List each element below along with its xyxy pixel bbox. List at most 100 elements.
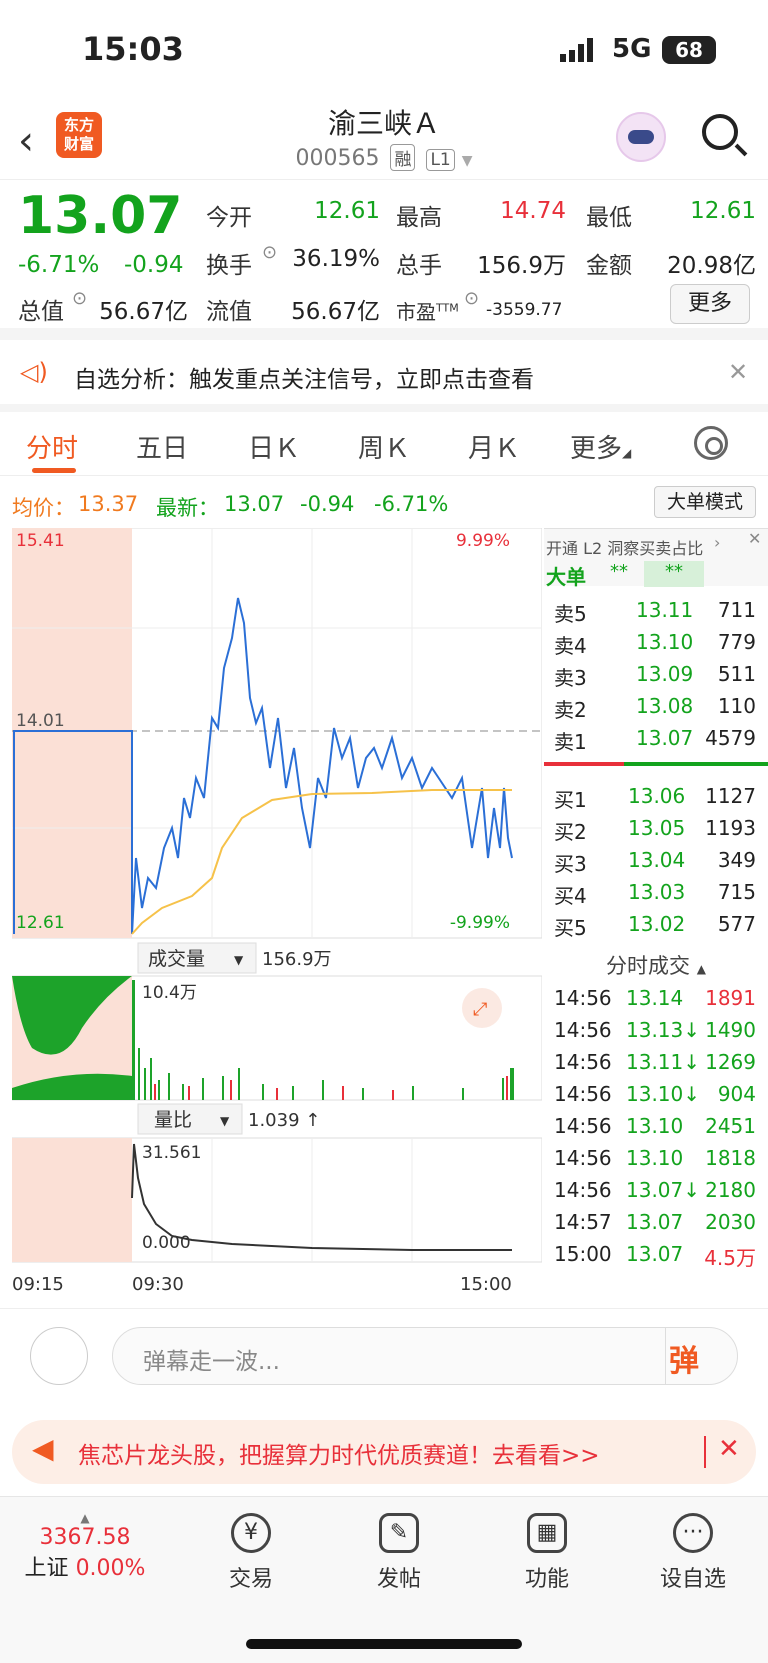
- float-cap-label: 流值: [206, 299, 252, 325]
- index-pct: 0.00%: [75, 1556, 146, 1581]
- search-icon[interactable]: [702, 114, 738, 150]
- trade-vol: 2180: [705, 1178, 756, 1202]
- speaker-icon: ◁): [20, 358, 48, 386]
- ratio-label: 量比: [154, 1109, 192, 1131]
- grid-icon: ▦: [527, 1513, 567, 1553]
- intraday-chart[interactable]: 15.41 14.01 12.61 9.99% -9.99% 成交量 ▼ 156…: [12, 528, 542, 1306]
- trade-row: 14:56 13.10↓ 904: [544, 1078, 768, 1110]
- ob-label: 买5: [554, 916, 587, 940]
- index-ticker[interactable]: ▲ 3367.58 上证 0.00%: [20, 1511, 150, 1582]
- index-name: 上证: [24, 1556, 69, 1581]
- sell-orders: 卖5 13.11 711 卖4 13.10 779 卖3 13.09 511 卖2 13.08…: [544, 594, 768, 754]
- tab-functions-label: 功能: [524, 1567, 569, 1592]
- promo-banner[interactable]: ◀ 焦芯片龙头股，把握算力时代优质赛道！去看看>> ✕: [12, 1420, 756, 1484]
- close-icon[interactable]: ✕: [728, 358, 748, 386]
- sell-row: 卖2 13.08 110: [544, 690, 768, 722]
- trade-price: 13.10↓: [626, 1082, 701, 1106]
- dropdown-icon: ▼: [220, 1114, 230, 1128]
- battery-icon: 68: [662, 36, 716, 64]
- open-value: 12.61: [314, 198, 380, 224]
- danmaku-input[interactable]: 弹幕走一波... 弹: [112, 1327, 738, 1385]
- close-icon[interactable]: ✕: [718, 1434, 740, 1464]
- bottom-tab-bar: ▲ 3367.58 上证 0.00% ¥ 交易 ✎ 发帖 ▦ 功能 ··· 设自选: [0, 1496, 768, 1663]
- sell-row: 卖5 13.11 711: [544, 594, 768, 626]
- tab-five-day[interactable]: 五日: [136, 428, 188, 465]
- trade-row: 15:00 13.07 4.5万: [544, 1238, 768, 1270]
- ob-price: 13.11: [636, 598, 694, 622]
- close-icon[interactable]: ✕: [748, 529, 761, 548]
- ob-vol: 711: [717, 598, 756, 622]
- buy-row: 买1 13.06 1127: [544, 780, 768, 812]
- tab-daily[interactable]: 日Ｋ: [248, 428, 300, 465]
- trade-time: 14:56: [554, 1146, 612, 1170]
- edit-icon: ✎: [379, 1513, 419, 1553]
- info-icon[interactable]: ⊙: [464, 288, 479, 309]
- ob-label: 卖2: [554, 698, 587, 722]
- tab-monthly[interactable]: 月Ｋ: [468, 428, 520, 465]
- tab-post-label: 发帖: [376, 1567, 421, 1592]
- sell-row: 卖4 13.10 779: [544, 626, 768, 658]
- assistant-avatar-icon[interactable]: [616, 112, 666, 162]
- ob-vol: 779: [717, 630, 756, 654]
- more-button[interactable]: 更多: [670, 284, 750, 324]
- caret-up-icon: ▲: [80, 1511, 90, 1525]
- ob-price: 13.10: [636, 630, 694, 654]
- latest-change: -0.94: [300, 492, 355, 516]
- gear-icon[interactable]: [694, 426, 728, 460]
- tab-post[interactable]: ✎ 发帖: [334, 1513, 464, 1593]
- l2-box[interactable]: 开通 L2 洞察买卖占比 › ✕ 大单 ** **: [544, 528, 768, 589]
- tab-functions[interactable]: ▦ 功能: [482, 1513, 612, 1593]
- info-icon[interactable]: ⊙: [72, 288, 87, 309]
- tab-weekly[interactable]: 周Ｋ: [358, 428, 410, 465]
- market-cap-value: 56.67亿: [99, 299, 188, 325]
- trade-row: 14:56 13.11↓ 1269: [544, 1046, 768, 1078]
- info-icon[interactable]: ⊙: [262, 242, 277, 263]
- big-order-mode-button[interactable]: 大单模式: [654, 486, 756, 518]
- sell-row: 卖3 13.09 511: [544, 658, 768, 690]
- comment-settings-icon[interactable]: [30, 1327, 88, 1385]
- trade-row: 14:56 13.14 1891: [544, 982, 768, 1014]
- latest-value: 13.07: [224, 492, 285, 516]
- pre-market-area: [12, 528, 132, 938]
- trade-price: 13.13↓: [626, 1018, 701, 1042]
- ob-label: 买2: [554, 820, 587, 844]
- trade-row: 14:56 13.10 2451: [544, 1110, 768, 1142]
- time-start-label: 09:15: [12, 1274, 64, 1295]
- caret-up-icon: ▲: [696, 962, 706, 976]
- buy-row: 买3 13.04 349: [544, 844, 768, 876]
- ob-vol: 4579: [705, 726, 756, 750]
- nav-bar: ‹ 东方 财富 渝三峡Ａ 000565 融 L1 ▼: [0, 100, 768, 180]
- ob-price: 13.08: [636, 694, 694, 718]
- chevron-right-icon: ›: [714, 533, 721, 552]
- trades-header[interactable]: 分时成交 ▲: [544, 940, 768, 978]
- tab-trade[interactable]: ¥ 交易: [186, 1513, 316, 1593]
- trade-price: 13.11↓: [626, 1050, 701, 1074]
- high-value: 14.74: [500, 198, 566, 224]
- tab-trade-label: 交易: [228, 1567, 273, 1592]
- ob-label: 买1: [554, 788, 587, 812]
- ob-vol: 577: [717, 912, 756, 936]
- danmaku-send-button[interactable]: 弹: [669, 1336, 699, 1380]
- volume-max-label: 10.4万: [142, 983, 197, 1003]
- analysis-banner[interactable]: ◁) 自选分析：触发重点关注信号，立即点击查看 ✕: [0, 340, 768, 408]
- trade-vol: 1269: [705, 1050, 756, 1074]
- trade-time: 14:56: [554, 986, 612, 1010]
- order-book-panel: 开通 L2 洞察买卖占比 › ✕ 大单 ** ** 卖5 13.11 711 卖4 1…: [544, 528, 768, 1270]
- trade-vol: 1891: [705, 986, 756, 1010]
- trade-price: 13.07: [626, 1242, 684, 1266]
- chevron-down-icon: ▼: [461, 153, 473, 169]
- y-bottom-label: 12.61: [16, 913, 65, 933]
- l2-text: 开通 L2 洞察买卖占比: [546, 539, 704, 558]
- ob-label: 卖5: [554, 602, 587, 626]
- status-time: 15:03: [82, 30, 184, 68]
- turnover-value: 36.19%: [292, 246, 380, 272]
- expand-arrows: ⤢: [473, 999, 488, 1020]
- ratio-value: 1.039 ↑: [248, 1110, 320, 1131]
- pe-value: -3559.77: [486, 300, 563, 320]
- tab-more[interactable]: 更多◢: [570, 428, 631, 465]
- open-label: 今开: [206, 205, 252, 231]
- ob-vol: 349: [717, 848, 756, 872]
- tab-add-watchlist[interactable]: ··· 设自选: [628, 1513, 758, 1593]
- dropdown-icon: ▼: [234, 953, 244, 967]
- tab-intraday[interactable]: 分时: [26, 428, 78, 465]
